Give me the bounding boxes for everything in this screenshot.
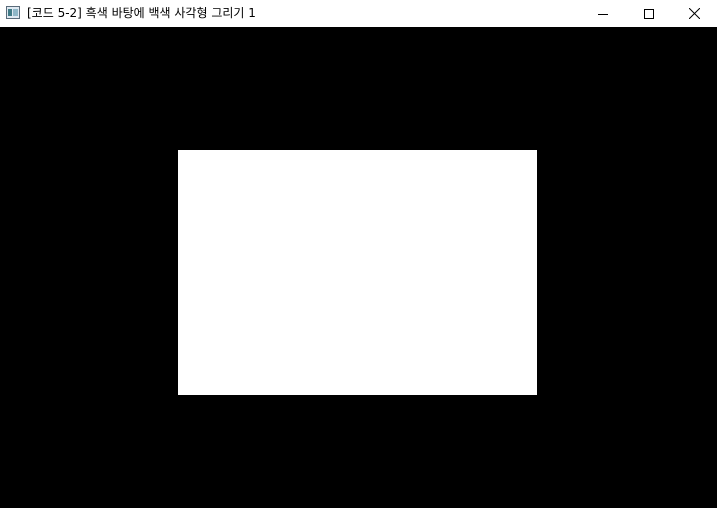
minimize-button[interactable] xyxy=(580,0,626,27)
drawing-canvas xyxy=(0,27,717,508)
app-icon[interactable] xyxy=(6,6,20,19)
close-button[interactable] xyxy=(671,0,717,27)
title-bar[interactable]: [코드 5-2] 흑색 바탕에 백색 사각형 그리기 1 xyxy=(0,0,717,27)
minimize-icon xyxy=(598,13,608,15)
maximize-button[interactable] xyxy=(626,0,672,27)
close-icon xyxy=(688,8,700,19)
white-rectangle xyxy=(178,150,537,395)
app-window: [코드 5-2] 흑색 바탕에 백색 사각형 그리기 1 xyxy=(0,0,717,508)
maximize-icon xyxy=(644,8,654,19)
window-title: [코드 5-2] 흑색 바탕에 백색 사각형 그리기 1 xyxy=(27,6,256,20)
